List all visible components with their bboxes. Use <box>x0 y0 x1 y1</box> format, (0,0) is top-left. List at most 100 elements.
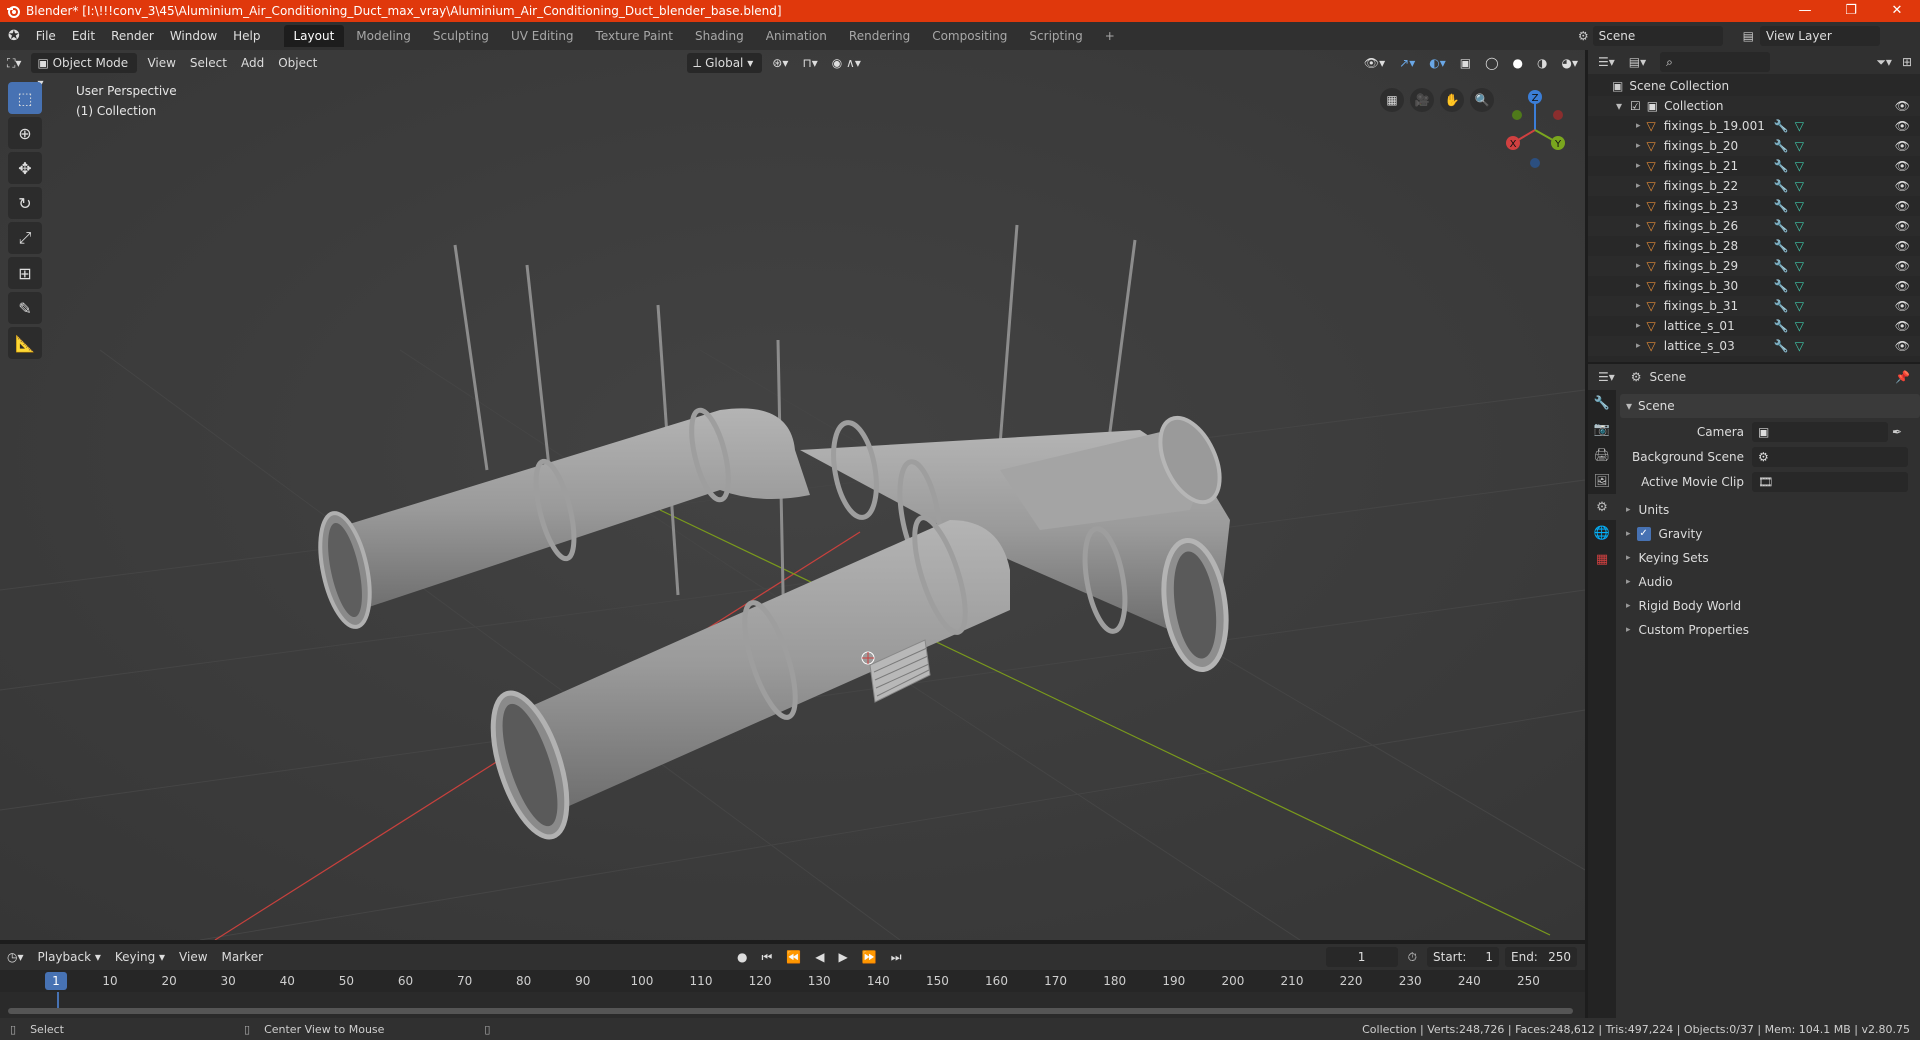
render-tab-icon[interactable]: 📷 <box>1588 416 1616 442</box>
shading-wireframe-icon[interactable]: ◯ <box>1478 52 1505 74</box>
eye-icon[interactable]: 👁 <box>1895 259 1910 273</box>
tab-sculpting[interactable]: Sculpting <box>423 25 499 47</box>
minimize-button[interactable]: — <box>1782 0 1828 22</box>
mesh-data-icon[interactable]: ▽ <box>1795 239 1804 253</box>
filter-icon[interactable]: ⏷▾ <box>1876 55 1892 70</box>
menu-select[interactable]: Select <box>183 52 234 74</box>
properties-section[interactable]: ▸ Rigid Body World <box>1620 594 1920 618</box>
end-frame-field[interactable]: End: 250 <box>1505 947 1577 967</box>
tab-texture-paint[interactable]: Texture Paint <box>586 25 683 47</box>
eye-icon[interactable]: 👁 <box>1895 239 1910 253</box>
current-frame-indicator[interactable]: 1 <box>45 972 67 990</box>
expand-arrow-icon[interactable]: ▸ <box>1636 241 1641 251</box>
expand-arrow-icon[interactable]: ▸ <box>1636 141 1641 151</box>
shading-solid-icon[interactable]: ● <box>1506 52 1530 74</box>
blender-menu-icon[interactable]: ✪ <box>0 22 28 50</box>
eye-icon[interactable]: 👁 <box>1895 319 1910 333</box>
mesh-data-icon[interactable]: ▽ <box>1795 139 1804 153</box>
xray-icon[interactable]: ▣ <box>1453 52 1478 74</box>
mesh-data-icon[interactable]: ▽ <box>1795 179 1804 193</box>
mesh-data-icon[interactable]: ▽ <box>1795 299 1804 313</box>
active-movie-clip-field[interactable]: 🎞 <box>1752 472 1908 492</box>
modifier-icon[interactable]: 🔧 <box>1774 259 1789 273</box>
outliner-editor-icon[interactable]: ☰▾ <box>1598 55 1615 69</box>
camera-field[interactable]: ▣ <box>1752 422 1888 442</box>
mesh-data-icon[interactable]: ▽ <box>1795 279 1804 293</box>
menu-add[interactable]: Add <box>234 52 271 74</box>
outliner-object-row[interactable]: ▸ ▽ fixings_b_22 🔧 ▽ 👁 <box>1588 176 1920 196</box>
modifier-icon[interactable]: 🔧 <box>1774 219 1789 233</box>
eye-icon[interactable]: 👁 <box>1895 139 1910 153</box>
expand-arrow-icon[interactable]: ▸ <box>1636 161 1641 171</box>
play-icon[interactable]: ▶ <box>832 946 855 968</box>
eye-icon[interactable]: 👁 <box>1895 99 1910 113</box>
move-tool-icon[interactable]: ✥ <box>8 152 42 184</box>
scale-tool-icon[interactable]: ⤢ <box>8 222 42 254</box>
expand-arrow-icon[interactable]: ▸ <box>1636 321 1641 331</box>
outliner-search-input[interactable]: ⌕ <box>1660 52 1771 72</box>
properties-section[interactable]: ▸ Units <box>1620 498 1920 522</box>
view-layer-icon[interactable]: ▤ <box>1743 29 1754 43</box>
timeline-scrollbar[interactable] <box>8 1008 1573 1014</box>
pivot-icon[interactable]: ⊛▾ <box>765 52 795 74</box>
modifier-icon[interactable]: 🔧 <box>1774 299 1789 313</box>
mesh-data-icon[interactable]: ▽ <box>1795 259 1804 273</box>
pan-view-icon[interactable]: ✋ <box>1440 88 1464 112</box>
expand-arrow-icon[interactable]: ▸ <box>1636 281 1641 291</box>
gizmo-toggle-icon[interactable]: ↗▾ <box>1392 52 1422 74</box>
start-frame-field[interactable]: Start: 1 <box>1427 947 1499 967</box>
modifier-icon[interactable]: 🔧 <box>1774 199 1789 213</box>
menu-view[interactable]: View <box>140 52 182 74</box>
output-tab-icon[interactable]: 🖨 <box>1588 442 1616 468</box>
camera-view-icon[interactable]: 🎥 <box>1410 88 1434 112</box>
outliner-object-row[interactable]: ▸ ▽ fixings_b_23 🔧 ▽ 👁 <box>1588 196 1920 216</box>
eye-icon[interactable]: 👁 <box>1895 179 1910 193</box>
modifier-icon[interactable]: 🔧 <box>1774 239 1789 253</box>
outliner-object-row[interactable]: ▸ ▽ fixings_b_21 🔧 ▽ 👁 <box>1588 156 1920 176</box>
scene-panel-header[interactable]: ▾ Scene <box>1620 394 1920 418</box>
menu-object[interactable]: Object <box>271 52 324 74</box>
eye-icon[interactable]: 👁 <box>1895 299 1910 313</box>
editor-type-icon[interactable]: ⛶▾ <box>0 52 28 74</box>
outliner-object-row[interactable]: ▸ ▽ fixings_b_26 🔧 ▽ 👁 <box>1588 216 1920 236</box>
texture-tab-icon[interactable]: ▦ <box>1588 546 1616 572</box>
collapse-arrow-icon[interactable]: ▾ <box>1616 99 1622 113</box>
new-collection-icon[interactable]: ⊞ <box>1902 55 1912 69</box>
close-button[interactable]: ✕ <box>1874 0 1920 22</box>
mode-selector[interactable]: ▣ Object Mode ▾ <box>31 53 138 90</box>
expand-arrow-icon[interactable]: ▸ <box>1636 221 1641 231</box>
modifier-icon[interactable]: 🔧 <box>1774 139 1789 153</box>
record-icon[interactable]: ● <box>730 946 754 968</box>
modifier-icon[interactable]: 🔧 <box>1774 279 1789 293</box>
viewport-scene[interactable] <box>0 50 1585 940</box>
next-keyframe-icon[interactable]: ⏩ <box>855 946 884 968</box>
zoom-view-icon[interactable]: 🔍 <box>1470 88 1494 112</box>
eye-icon[interactable]: 👁 <box>1895 119 1910 133</box>
current-frame-field[interactable]: 1 <box>1325 947 1398 967</box>
expand-arrow-icon[interactable]: ▸ <box>1636 341 1641 351</box>
navigation-gizmo[interactable]: Z X Y <box>1495 85 1575 175</box>
scene-selector-icon[interactable]: ⚙ <box>1578 29 1589 43</box>
outliner-object-row[interactable]: ▸ ▽ fixings_b_30 🔧 ▽ 👁 <box>1588 276 1920 296</box>
outliner-object-row[interactable]: ▸ ▽ fixings_b_31 🔧 ▽ 👁 <box>1588 296 1920 316</box>
eye-icon[interactable]: 👁 <box>1895 279 1910 293</box>
mesh-data-icon[interactable]: ▽ <box>1795 219 1804 233</box>
expand-arrow-icon[interactable]: ▸ <box>1636 201 1641 211</box>
outliner-object-row[interactable]: ▸ ▽ fixings_b_29 🔧 ▽ 👁 <box>1588 256 1920 276</box>
world-tab-icon[interactable]: 🌐 <box>1588 520 1616 546</box>
tab-compositing[interactable]: Compositing <box>922 25 1017 47</box>
tab-animation[interactable]: Animation <box>756 25 837 47</box>
cursor-tool-icon[interactable]: ⊕ <box>8 117 42 149</box>
tab-uv-editing[interactable]: UV Editing <box>501 25 584 47</box>
tab-modeling[interactable]: Modeling <box>346 25 421 47</box>
modifier-icon[interactable]: 🔧 <box>1774 339 1789 353</box>
shading-rendered-icon[interactable]: ◕▾ <box>1555 52 1586 74</box>
properties-section[interactable]: ▸ Keying Sets <box>1620 546 1920 570</box>
eyedropper-icon[interactable]: ✒ <box>1892 425 1902 439</box>
overlay-toggle-icon[interactable]: ◐▾ <box>1422 52 1453 74</box>
checkbox-icon[interactable]: ☑ <box>1630 99 1641 113</box>
eye-icon[interactable]: 👁 <box>1895 219 1910 233</box>
tab-shading[interactable]: Shading <box>685 25 754 47</box>
outliner-object-row[interactable]: ▸ ▽ lattice_s_01 🔧 ▽ 👁 <box>1588 316 1920 336</box>
timeline-ruler[interactable]: 1 10 20 30 40 50 60 70 80 90 100 110 120 130 140 150 16… <box>0 970 1585 992</box>
